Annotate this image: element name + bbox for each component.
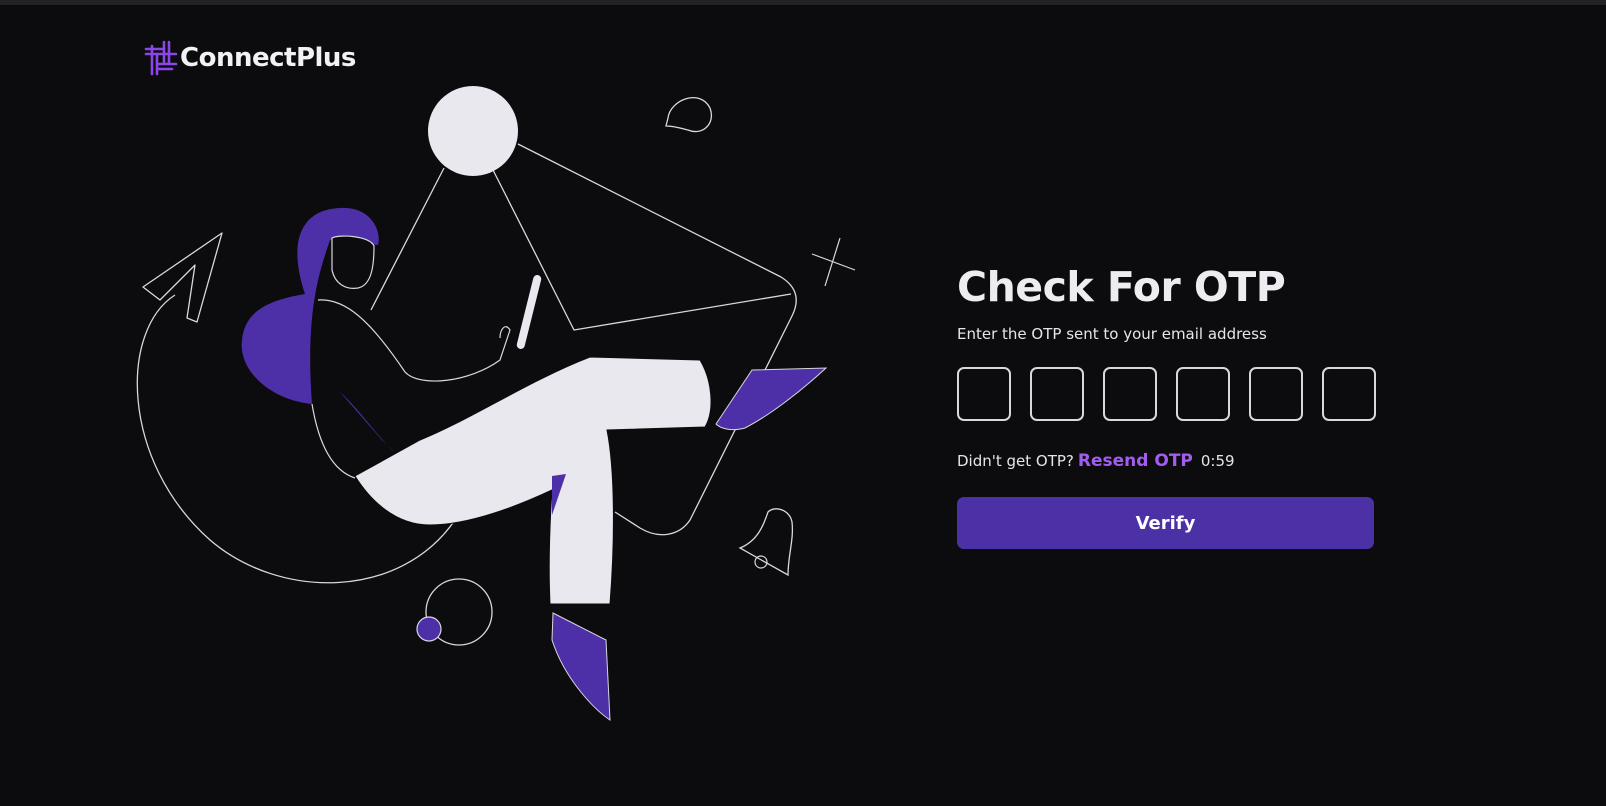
otp-digit-5[interactable]: [1249, 367, 1303, 421]
brand-name: ConnectPlus: [180, 43, 356, 73]
otp-digit-1[interactable]: [957, 367, 1011, 421]
woman-with-phone-illustration: [136, 86, 856, 721]
otp-digit-3[interactable]: [1103, 367, 1157, 421]
otp-digit-4[interactable]: [1176, 367, 1230, 421]
resend-otp-link[interactable]: Resend OTP: [1078, 451, 1193, 471]
resend-row: Didn't get OTP? Resend OTP 0:59: [957, 451, 1375, 471]
page-title: Check For OTP: [957, 263, 1286, 311]
brand-logo: ConnectPlus: [142, 40, 356, 76]
otp-digit-2[interactable]: [1030, 367, 1084, 421]
otp-instructions: Enter the OTP sent to your email address: [957, 325, 1267, 343]
top-bar: [0, 0, 1606, 5]
resend-prompt: Didn't get OTP?: [957, 452, 1074, 470]
otp-digit-6[interactable]: [1322, 367, 1376, 421]
verify-button[interactable]: Verify: [957, 497, 1374, 549]
connectplus-logo-icon: [144, 40, 178, 76]
resend-timer: 0:59: [1200, 452, 1235, 470]
otp-form: Check For OTP Enter the OTP sent to your…: [957, 262, 1376, 549]
otp-input-row: [957, 367, 1376, 421]
